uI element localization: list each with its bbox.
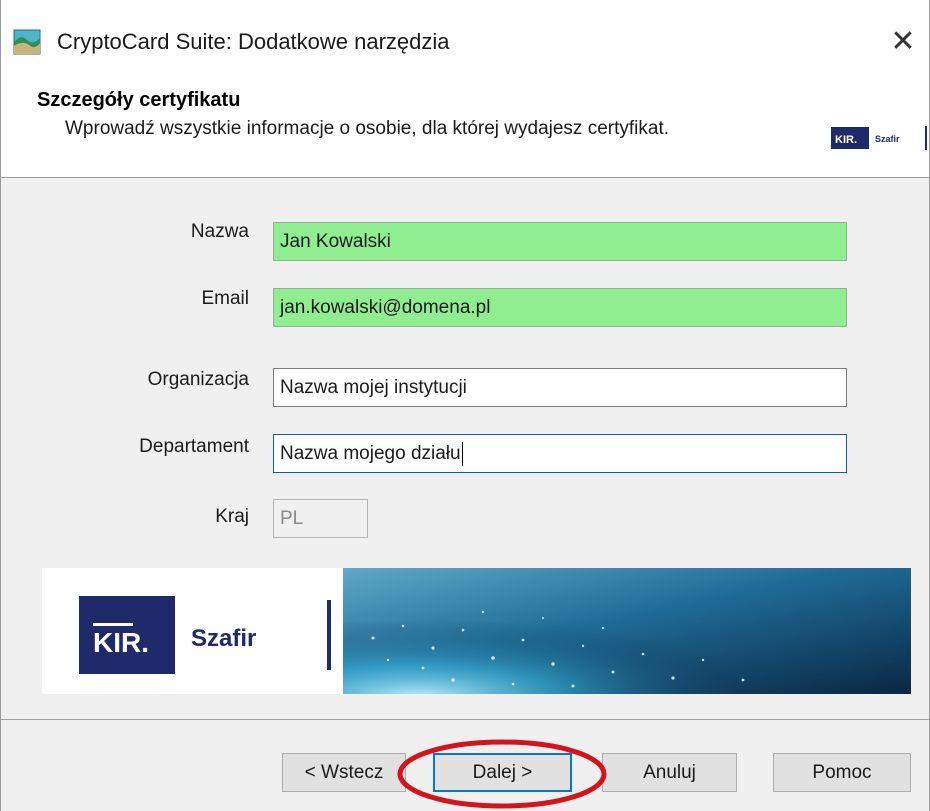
organizacja-label: Organizacja xyxy=(147,369,249,390)
departament-value: Nazwa mojego działu xyxy=(280,443,461,464)
back-button[interactable]: < Wstecz xyxy=(282,753,406,792)
text-caret xyxy=(461,441,463,466)
page-title: Szczegóły certyfikatu xyxy=(37,89,241,111)
dialog-window: CryptoCard Suite: Dodatkowe narzędzia ✕ … xyxy=(0,0,930,811)
wizard-header: Szczegóły certyfikatu Wprowadź wszystkie… xyxy=(1,80,929,178)
kraj-field: PL xyxy=(273,499,368,538)
kir-logo-text-large: KIR. xyxy=(93,627,149,658)
email-field[interactable]: jan.kowalski@domena.pl xyxy=(273,288,847,327)
help-button[interactable]: Pomoc xyxy=(773,753,911,792)
kir-szafir-logo-small: KIR. Szafir xyxy=(831,126,927,150)
next-button[interactable]: Dalej > xyxy=(433,753,572,792)
footer-separator xyxy=(1,719,929,720)
szafir-logo-text: Szafir xyxy=(875,134,900,144)
departament-label: Departament xyxy=(139,436,249,457)
organizacja-field[interactable]: Nazwa mojej instytucji xyxy=(273,368,847,407)
app-icon xyxy=(13,29,41,55)
fiber-optic-image xyxy=(343,568,911,694)
email-label: Email xyxy=(201,288,249,309)
page-subtitle: Wprowadź wszystkie informacje o osobie, … xyxy=(65,118,670,139)
departament-field[interactable]: Nazwa mojego działu xyxy=(273,434,847,473)
nazwa-label: Nazwa xyxy=(190,221,249,242)
nazwa-field[interactable]: Jan Kowalski xyxy=(273,222,847,261)
kir-szafir-logo: KIR. Szafir xyxy=(79,596,331,674)
brand-banner: KIR. Szafir xyxy=(42,568,911,694)
window-title: CryptoCard Suite: Dodatkowe narzędzia xyxy=(57,29,450,54)
title-bar: CryptoCard Suite: Dodatkowe narzędzia ✕ xyxy=(1,0,929,80)
szafir-logo-text-large: Szafir xyxy=(191,625,256,652)
kir-logo-text: KIR. xyxy=(835,134,857,146)
close-icon[interactable]: ✕ xyxy=(883,20,923,64)
kraj-label: Kraj xyxy=(215,506,249,527)
cancel-button[interactable]: Anuluj xyxy=(602,753,737,792)
